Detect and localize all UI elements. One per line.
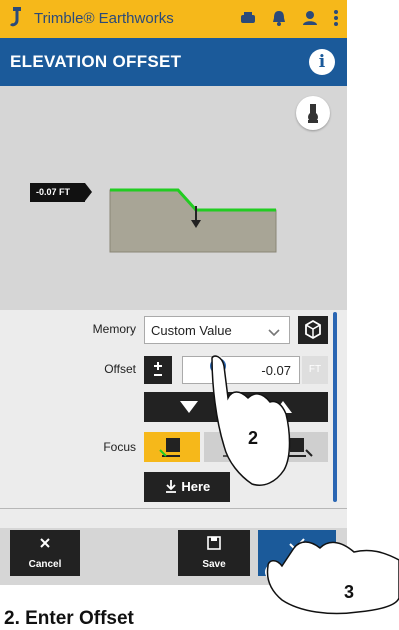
offset-value: -0.07 — [261, 363, 291, 378]
offset-label: Offset — [104, 362, 136, 376]
step-caption: 2. Enter Offset — [4, 608, 134, 629]
focus-option-right[interactable] — [264, 432, 328, 462]
save-icon — [207, 536, 221, 550]
here-text: Here — [181, 479, 211, 494]
more-icon[interactable] — [333, 9, 339, 32]
screen-header: ELEVATION OFFSET i — [0, 38, 347, 86]
status-icons — [239, 9, 339, 32]
info-button[interactable]: i — [309, 49, 335, 75]
apply-button[interactable]: Apply — [258, 530, 336, 576]
memory-icon — [305, 319, 321, 340]
storage-icon[interactable] — [239, 9, 257, 32]
memory-label: Memory — [92, 322, 136, 336]
focus-label: Focus — [103, 440, 136, 454]
scrollbar[interactable] — [333, 312, 337, 502]
apply-label: Apply — [283, 559, 311, 570]
section-divider — [0, 508, 347, 509]
memory-dropdown[interactable]: Custom Value — [144, 316, 290, 344]
checkmark-icon — [289, 538, 305, 551]
plus-minus-button[interactable] — [144, 356, 172, 384]
step-callout-2: 2 — [240, 426, 266, 450]
memory-value: Custom Value — [151, 323, 232, 338]
cancel-button[interactable]: Cancel — [10, 530, 80, 576]
increase-offset-button[interactable] — [238, 392, 328, 422]
offset-input[interactable]: -0.07 — [182, 356, 300, 384]
plus-minus-icon — [154, 362, 162, 376]
machine-icon — [308, 104, 318, 123]
cancel-label: Cancel — [28, 559, 62, 570]
page-title: ELEVATION OFFSET — [10, 52, 182, 71]
app-title: Trimble® Earthworks — [34, 10, 174, 27]
arrow-down-icon — [180, 401, 198, 413]
offset-readout-label: -0.07 FT — [30, 183, 92, 202]
status-bar: Trimble® Earthworks — [0, 0, 347, 38]
focus-bucket-right-icon — [288, 438, 313, 457]
close-icon — [40, 538, 50, 548]
save-button[interactable]: Save — [178, 530, 250, 576]
offset-unit: FT — [302, 356, 328, 384]
info-icon: i — [318, 52, 326, 72]
decrease-offset-button[interactable] — [144, 392, 234, 422]
trimble-logo-icon — [8, 6, 26, 35]
download-arrow-icon — [165, 480, 176, 493]
step-callout-3: 3 — [336, 580, 362, 604]
arrow-up-icon — [274, 401, 292, 413]
device-screen: Trimble® Earthworks ELEVATION OFFSET i -… — [0, 0, 347, 585]
machine-view-button[interactable] — [296, 96, 330, 130]
focus-bucket-left-icon — [159, 438, 180, 457]
memory-manage-button[interactable] — [298, 316, 328, 344]
focus-option-left[interactable] — [144, 432, 200, 462]
bell-icon[interactable] — [271, 9, 287, 32]
user-icon[interactable] — [301, 9, 319, 32]
chevron-down-icon — [267, 325, 281, 343]
here-button[interactable]: Here — [144, 472, 230, 502]
save-label: Save — [202, 559, 226, 570]
here-label: Here — [144, 472, 230, 502]
